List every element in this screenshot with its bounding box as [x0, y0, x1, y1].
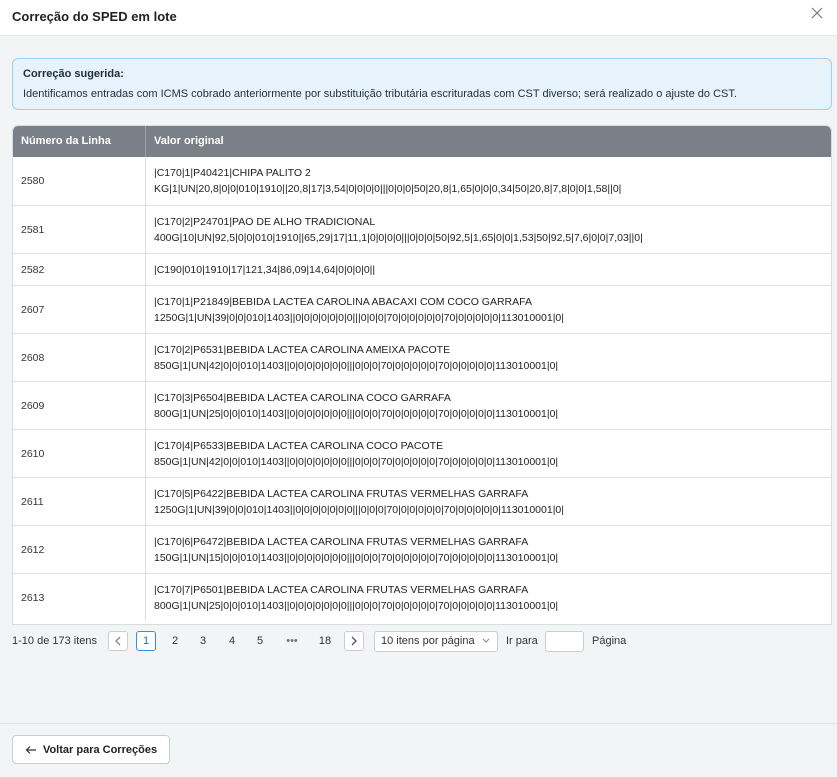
- line-number-cell: 2612: [13, 526, 146, 573]
- goto-page-input[interactable]: [545, 631, 584, 652]
- alert-text: Identificamos entradas com ICMS cobrado …: [23, 88, 737, 100]
- value-line-2: 1250G|1|UN|39|0|0|010|1403||0|0|0|0|0|0|…: [154, 312, 564, 324]
- line-number-cell: 2608: [13, 334, 146, 381]
- goto-label: Ir para: [506, 635, 538, 647]
- original-value-cell: |C170|6|P6472|BEBIDA LACTEA CAROLINA FRU…: [146, 526, 831, 573]
- line-number-cell: 2580: [13, 157, 146, 205]
- prev-page-button[interactable]: [108, 631, 128, 651]
- table-row: 2608 |C170|2|P6531|BEBIDA LACTEA CAROLIN…: [13, 333, 831, 381]
- column-header-line-number: Número da Linha: [13, 126, 146, 157]
- original-value-cell: |C170|1|P21849|BEBIDA LACTEA CAROLINA AB…: [146, 286, 831, 333]
- original-value-cell: |C190|010|1910|17|121,34|86,09|14,64|0|0…: [146, 254, 831, 285]
- page-18-button[interactable]: 18: [315, 631, 335, 651]
- pagination: 1-10 de 173 itens 1 2 3 4 5 ••• 18 10 it…: [12, 631, 832, 653]
- value-line-1: |C190|010|1910|17|121,34|86,09|14,64|0|0…: [154, 263, 376, 276]
- original-value-cell: |C170|2|P24701|PAO DE ALHO TRADICIONAL 4…: [146, 206, 831, 253]
- arrow-left-icon: [25, 745, 36, 754]
- back-button-label: Voltar para Correções: [42, 743, 158, 756]
- value-line-1: |C170|3|P6504|BEBIDA LACTEA CAROLINA COC…: [154, 392, 451, 404]
- value-line-2: 800G|1|UN|25|0|0|010|1403||0|0|0|0|0|0|0…: [154, 408, 559, 420]
- pagination-total: 1-10 de 173 itens: [12, 635, 98, 647]
- original-value-cell: |C170|1|P40421|CHIPA PALITO 2 KG|1|UN|20…: [146, 157, 831, 205]
- line-number-cell: 2613: [13, 574, 146, 621]
- value-line-1: |C170|1|P40421|CHIPA PALITO 2: [154, 167, 311, 179]
- line-number-cell: 2611: [13, 478, 146, 525]
- back-to-corrections-button[interactable]: Voltar para Correções: [12, 735, 170, 764]
- table-row: 2610 |C170|4|P6533|BEBIDA LACTEA CAROLIN…: [13, 429, 831, 477]
- column-header-original-value: Valor original: [154, 135, 224, 147]
- page-size-select[interactable]: 10 itens por página: [374, 631, 498, 652]
- value-line-2: 850G|1|UN|42|0|0|010|1403||0|0|0|0|0|0|0…: [154, 360, 559, 372]
- corrections-table: Número da Linha Valor original 2580 |C17…: [12, 125, 832, 625]
- line-number-cell: 2581: [13, 206, 146, 253]
- table-header: Número da Linha Valor original: [13, 126, 831, 157]
- modal-footer: Voltar para Correções: [0, 723, 837, 777]
- value-line-1: |C170|4|P6533|BEBIDA LACTEA CAROLINA COC…: [154, 440, 444, 452]
- close-icon[interactable]: [809, 5, 825, 21]
- table-row: 2613 |C170|7|P6501|BEBIDA LACTEA CAROLIN…: [13, 573, 831, 621]
- value-line-2: 150G|1|UN|15|0|0|010|1403||0|0|0|0|0|0|0…: [154, 552, 559, 564]
- ellipsis-button[interactable]: •••: [282, 631, 302, 651]
- line-number-cell: 2582: [13, 254, 146, 285]
- value-line-2: 850G|1|UN|42|0|0|010|1403||0|0|0|0|0|0|0…: [154, 456, 559, 468]
- table-row: 2607 |C170|1|P21849|BEBIDA LACTEA CAROLI…: [13, 285, 831, 333]
- original-value-cell: |C170|5|P6422|BEBIDA LACTEA CAROLINA FRU…: [146, 478, 831, 525]
- original-value-cell: |C170|3|P6504|BEBIDA LACTEA CAROLINA COC…: [146, 382, 831, 429]
- chevron-down-icon: [482, 638, 490, 643]
- modal-body: Correção sugerida: Identificamos entrada…: [0, 36, 837, 723]
- original-value-cell: |C170|4|P6533|BEBIDA LACTEA CAROLINA COC…: [146, 430, 831, 477]
- modal-header: Correção do SPED em lote: [0, 0, 837, 36]
- next-page-button[interactable]: [344, 631, 364, 651]
- line-number-cell: 2610: [13, 430, 146, 477]
- value-line-1: |C170|2|P6531|BEBIDA LACTEA CAROLINA AME…: [154, 344, 451, 356]
- table-row: 2612 |C170|6|P6472|BEBIDA LACTEA CAROLIN…: [13, 525, 831, 573]
- modal-title: Correção do SPED em lote: [12, 9, 177, 24]
- alert-title: Correção sugerida:: [23, 68, 124, 80]
- page-5-button[interactable]: 5: [250, 631, 270, 651]
- original-value-cell: |C170|7|P6501|BEBIDA LACTEA CAROLINA FRU…: [146, 574, 831, 621]
- original-value-cell: |C170|2|P6531|BEBIDA LACTEA CAROLINA AME…: [146, 334, 831, 381]
- value-line-2: 400G|10|UN|92,5|0|0|010|1910||65,29|17|1…: [154, 232, 643, 244]
- page-size-value: 10 itens por página: [381, 635, 475, 647]
- page-4-button[interactable]: 4: [222, 631, 242, 651]
- value-line-1: |C170|6|P6472|BEBIDA LACTEA CAROLINA FRU…: [154, 536, 529, 548]
- line-number-cell: 2607: [13, 286, 146, 333]
- value-line-2: KG|1|UN|20,8|0|0|010|1910||20,8|17|3,54|…: [154, 183, 622, 195]
- value-line-2: 800G|1|UN|25|0|0|010|1403||0|0|0|0|0|0|0…: [154, 600, 559, 612]
- value-line-1: |C170|1|P21849|BEBIDA LACTEA CAROLINA AB…: [154, 296, 532, 308]
- goto-suffix: Página: [592, 635, 627, 647]
- value-line-1: |C170|5|P6422|BEBIDA LACTEA CAROLINA FRU…: [154, 488, 529, 500]
- table-row: 2609 |C170|3|P6504|BEBIDA LACTEA CAROLIN…: [13, 381, 831, 429]
- page-2-button[interactable]: 2: [165, 631, 185, 651]
- chevron-left-icon: [115, 636, 121, 646]
- page-3-button[interactable]: 3: [193, 631, 213, 651]
- value-line-1: |C170|2|P24701|PAO DE ALHO TRADICIONAL: [154, 216, 376, 228]
- value-line-2: 1250G|1|UN|39|0|0|010|1403||0|0|0|0|0|0|…: [154, 504, 564, 516]
- table-row: 2581 |C170|2|P24701|PAO DE ALHO TRADICIO…: [13, 205, 831, 253]
- line-number-cell: 2609: [13, 382, 146, 429]
- chevron-right-icon: [351, 636, 357, 646]
- suggestion-alert: Correção sugerida: Identificamos entrada…: [12, 58, 832, 110]
- table-row: 2580 |C170|1|P40421|CHIPA PALITO 2 KG|1|…: [13, 157, 831, 205]
- page-1-button[interactable]: 1: [136, 631, 156, 651]
- value-line-1: |C170|7|P6501|BEBIDA LACTEA CAROLINA FRU…: [154, 584, 529, 596]
- table-row: 2582 |C190|010|1910|17|121,34|86,09|14,6…: [13, 253, 831, 285]
- table-row: 2611 |C170|5|P6422|BEBIDA LACTEA CAROLIN…: [13, 477, 831, 525]
